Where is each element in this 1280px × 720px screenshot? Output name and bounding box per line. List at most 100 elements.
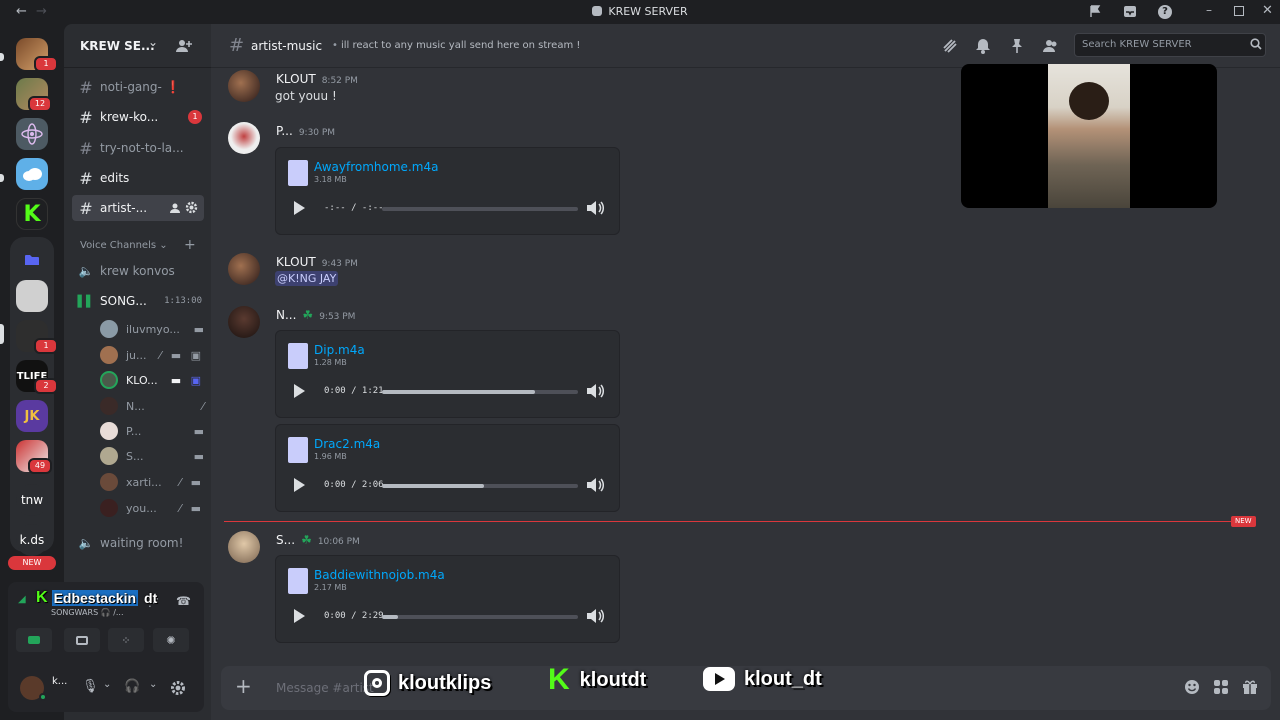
channel-artist-music[interactable]: # artist-... [72, 195, 204, 221]
play-icon[interactable] [294, 384, 305, 398]
attachment-filename-link[interactable]: Awayfromhome.m4a [314, 160, 438, 174]
server-tnw[interactable]: tnw [16, 484, 48, 516]
invite-people-icon[interactable] [176, 38, 192, 54]
volume-icon[interactable] [586, 383, 604, 399]
minimize-icon[interactable]: – [1206, 3, 1212, 17]
attachment-filename-link[interactable]: Baddiewithnojob.m4a [314, 568, 445, 582]
add-channel-icon[interactable]: + [184, 237, 196, 253]
server-avatar-3[interactable] [16, 280, 48, 312]
close-icon[interactable]: ✕ [1262, 3, 1273, 18]
voice-user[interactable]: ju... ⁄ ▬ ▣ [100, 344, 204, 366]
new-messages-divider [224, 521, 1254, 522]
chevron-down-icon[interactable]: ⌄ [149, 679, 157, 690]
chat-area: # artist-music • ill react to any music … [211, 24, 1280, 720]
channel-noti-gang[interactable]: # noti-gang- ❗ [72, 74, 204, 100]
user-mention[interactable]: @K!NG JAY [275, 271, 339, 286]
member-list-icon[interactable] [1043, 38, 1059, 54]
voice-channel-status[interactable]: SONGWARS 🎧 /... [51, 608, 124, 617]
user-settings-gear-icon[interactable] [170, 680, 186, 696]
cloud-server-icon[interactable] [16, 158, 48, 190]
new-unreads-pill[interactable]: NEW [8, 556, 56, 570]
kick-logo-icon: K [36, 589, 48, 606]
volume-icon[interactable] [586, 608, 604, 624]
jk-server-icon[interactable]: JK [16, 400, 48, 432]
message-input-placeholder[interactable]: Message #artist [276, 681, 374, 695]
soundboard-button[interactable]: ✺ [153, 628, 189, 652]
volume-icon[interactable] [586, 200, 604, 216]
channel-try-not-to-laugh[interactable]: # try-not-to-la... [72, 135, 204, 161]
invite-icon[interactable] [170, 202, 182, 214]
folder-icon[interactable] [16, 244, 48, 276]
message-author[interactable]: KLOUT [276, 255, 316, 269]
muted-camera-activity-icons: ⁄ ▬ ▣ [159, 348, 204, 362]
help-icon[interactable]: ? [1158, 5, 1172, 19]
chevron-down-icon[interactable]: ⌄ [148, 35, 158, 49]
clover-badge-icon: ☘ [302, 308, 314, 322]
apps-icon[interactable] [1213, 679, 1229, 695]
play-icon[interactable] [294, 478, 305, 492]
play-icon[interactable] [294, 201, 305, 215]
voice-user[interactable]: KLO... ▬ ▣ [100, 369, 204, 391]
pin-icon[interactable] [1010, 38, 1024, 54]
emoji-icon[interactable] [1184, 679, 1200, 695]
inbox-icon[interactable] [1123, 5, 1137, 18]
voice-channel-krew-konvos[interactable]: 🔈 krew konvos [72, 258, 204, 284]
voice-user[interactable]: P... ▬ [100, 420, 204, 442]
microphone-icon[interactable]: 🎙 [82, 679, 99, 694]
voice-user[interactable]: N... ⁄ [100, 395, 204, 417]
avatar[interactable] [228, 531, 260, 563]
bell-icon[interactable] [976, 38, 990, 54]
server-kds[interactable]: k.ds [16, 524, 48, 556]
audio-progress-bar[interactable] [382, 207, 578, 211]
avatar [100, 346, 118, 364]
title-bar: ← → KREW SERVER ? – ✕ [0, 0, 1280, 24]
play-icon[interactable] [294, 609, 305, 623]
avatar[interactable] [228, 122, 260, 154]
headphones-icon[interactable]: 🎧 [124, 679, 140, 694]
audio-attachment[interactable]: Dip.m4a 1.28 MB 0:00 / 1:21 [275, 330, 620, 418]
server-header[interactable]: KREW SE... ⌄ [64, 24, 211, 68]
search-input[interactable]: Search KREW SERVER [1074, 33, 1266, 57]
attachment-size: 1.28 MB [314, 358, 347, 367]
attachment-filename-link[interactable]: Dip.m4a [314, 343, 365, 357]
channel-topic[interactable]: ill react to any music yall send here on… [341, 40, 580, 51]
message-author[interactable]: N... [276, 308, 296, 322]
audio-progress-bar[interactable] [382, 390, 578, 394]
channel-settings-gear-icon[interactable] [185, 201, 198, 214]
audio-attachment[interactable]: Awayfromhome.m4a 3.18 MB -:-- / -:-- [275, 147, 620, 235]
maximize-icon[interactable] [1234, 6, 1244, 16]
avatar[interactable] [228, 253, 260, 285]
atom-server-icon[interactable] [16, 118, 48, 150]
channel-krew-ko[interactable]: # krew-ko... 1 [72, 104, 204, 130]
audio-progress-bar[interactable] [382, 484, 578, 488]
flag-icon[interactable] [1089, 5, 1102, 18]
topic-divider: • [332, 40, 338, 51]
message-author[interactable]: KLOUT [276, 72, 316, 86]
voice-category[interactable]: Voice Channels ⌄ [80, 240, 168, 251]
voice-user[interactable]: S... ▬ [100, 445, 204, 467]
avatar[interactable] [228, 306, 260, 338]
camera-button[interactable] [16, 628, 52, 652]
avatar[interactable] [228, 70, 260, 102]
volume-icon[interactable] [586, 477, 604, 493]
threads-icon[interactable] [942, 38, 958, 54]
message-author[interactable]: P... [276, 124, 293, 138]
voice-channel-waiting-room[interactable]: 🔈 waiting room! [72, 530, 204, 556]
activities-button[interactable]: ⁘ [108, 628, 144, 652]
chevron-down-icon[interactable]: ⌄ [103, 679, 111, 690]
disconnect-icon[interactable]: ☎ [176, 594, 191, 608]
channel-edits[interactable]: # edits [72, 165, 204, 191]
add-attachment-icon[interactable]: + [235, 674, 252, 698]
audio-attachment[interactable]: Baddiewithnojob.m4a 2.17 MB 0:00 / 2:29 [275, 555, 620, 643]
voice-user[interactable]: iluvmyo... ▬ [100, 318, 204, 340]
voice-user[interactable]: xarti... ⁄ ▬ [100, 471, 204, 493]
voice-user[interactable]: you... ⁄ ▬ [100, 497, 204, 519]
audio-progress-bar[interactable] [382, 615, 578, 619]
attachment-filename-link[interactable]: Drac2.m4a [314, 437, 380, 451]
kick-server-icon[interactable]: K [16, 198, 48, 230]
gift-icon[interactable] [1242, 679, 1258, 695]
audio-attachment[interactable]: Drac2.m4a 1.96 MB 0:00 / 2:06 [275, 424, 620, 512]
voice-channel-songwars[interactable]: ▌▌ SONG... 1:13:00 [72, 288, 204, 314]
message-author[interactable]: S... [276, 533, 295, 547]
screenshare-button[interactable] [64, 628, 100, 652]
